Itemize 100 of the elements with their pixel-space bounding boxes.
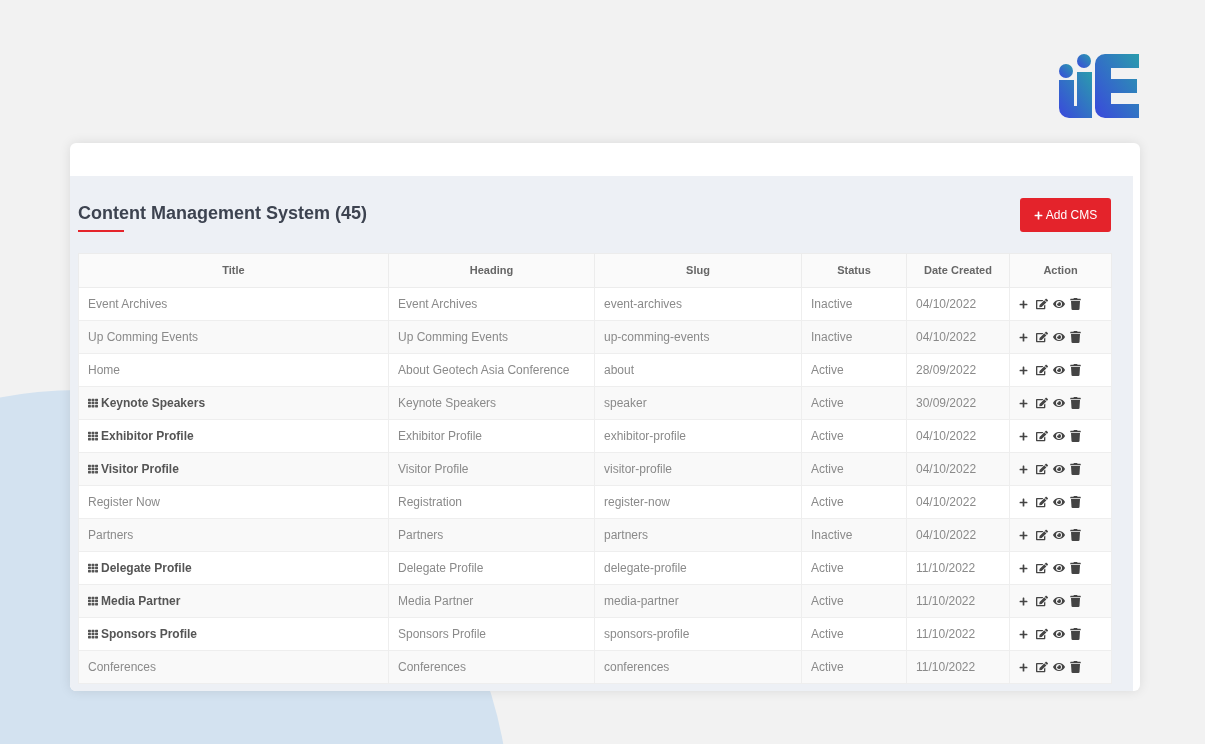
column-header: Date Created	[906, 253, 1010, 288]
page-title-text: Partners	[88, 528, 134, 542]
plus-icon[interactable]	[1019, 629, 1028, 639]
status-text: Active	[811, 462, 844, 476]
grid-icon	[88, 464, 98, 474]
trash-icon[interactable]	[1070, 562, 1081, 574]
heading-text: Partners	[398, 528, 444, 542]
plus-icon[interactable]	[1019, 497, 1028, 507]
trash-icon[interactable]	[1070, 628, 1081, 640]
edit-icon[interactable]	[1036, 562, 1048, 574]
trash-icon[interactable]	[1070, 298, 1081, 310]
date-text: 28/09/2022	[916, 363, 977, 377]
eye-icon[interactable]	[1053, 595, 1065, 607]
column-header: Status	[801, 253, 907, 288]
plus-icon[interactable]	[1019, 464, 1028, 474]
edit-icon[interactable]	[1036, 628, 1048, 640]
plus-icon[interactable]	[1019, 596, 1028, 606]
plus-icon[interactable]	[1019, 563, 1028, 573]
eye-icon[interactable]	[1053, 496, 1065, 508]
status-text: Active	[811, 627, 844, 641]
page-title-text: Sponsors Profile	[101, 626, 198, 643]
plus-icon[interactable]	[1019, 530, 1028, 540]
edit-icon[interactable]	[1036, 496, 1048, 508]
page-title-text: Event Archives	[88, 297, 168, 311]
page-title-text: Keynote Speakers	[101, 395, 206, 412]
eye-icon[interactable]	[1053, 463, 1065, 475]
trash-icon[interactable]	[1070, 397, 1081, 409]
eye-icon[interactable]	[1053, 298, 1065, 310]
heading-text: Registration	[398, 495, 463, 509]
page-title-text: Home	[88, 363, 120, 377]
status-text: Active	[811, 561, 844, 575]
column-header: Title	[78, 253, 389, 288]
page-heading: Content Management System (45)	[78, 202, 368, 224]
slug-text: conferences	[604, 660, 670, 674]
trash-icon[interactable]	[1070, 331, 1081, 343]
heading-text: Conferences	[398, 660, 467, 674]
page-title-text: Media Partner	[101, 593, 181, 610]
edit-icon[interactable]	[1036, 595, 1048, 607]
slug-text: delegate-profile	[604, 561, 687, 575]
edit-icon[interactable]	[1036, 364, 1048, 376]
grid-icon	[88, 629, 98, 639]
trash-icon[interactable]	[1070, 463, 1081, 475]
date-text: 11/10/2022	[916, 627, 976, 641]
trash-icon[interactable]	[1070, 661, 1081, 673]
plus-icon[interactable]	[1019, 299, 1028, 309]
trash-icon[interactable]	[1070, 496, 1081, 508]
trash-icon[interactable]	[1070, 529, 1081, 541]
eye-icon[interactable]	[1053, 529, 1065, 541]
grid-icon	[88, 431, 98, 441]
eye-icon[interactable]	[1053, 562, 1065, 574]
plus-icon	[1033, 210, 1043, 220]
slug-text: partners	[604, 528, 649, 542]
eye-icon[interactable]	[1053, 364, 1065, 376]
heading-text: Sponsors Profile	[398, 627, 487, 641]
heading-text: Media Partner	[398, 594, 474, 608]
plus-icon[interactable]	[1019, 332, 1028, 342]
slug-text: media-partner	[604, 594, 679, 608]
date-text: 04/10/2022	[916, 462, 977, 476]
slug-text: register-now	[604, 495, 671, 509]
heading-text: Delegate Profile	[398, 561, 484, 575]
heading-text: Exhibitor Profile	[398, 429, 483, 443]
edit-icon[interactable]	[1036, 661, 1048, 673]
heading-text: Event Archives	[398, 297, 478, 311]
edit-icon[interactable]	[1036, 298, 1048, 310]
page-title-text: Visitor Profile	[101, 461, 179, 478]
edit-icon[interactable]	[1036, 331, 1048, 343]
slug-text: speaker	[604, 396, 647, 410]
edit-icon[interactable]	[1036, 529, 1048, 541]
date-text: 30/09/2022	[916, 396, 977, 410]
eye-icon[interactable]	[1053, 430, 1065, 442]
date-text: 11/10/2022	[916, 660, 976, 674]
eye-icon[interactable]	[1053, 397, 1065, 409]
title-underline	[78, 230, 124, 232]
add-cms-button[interactable]: Add CMS	[1020, 198, 1111, 232]
edit-icon[interactable]	[1036, 463, 1048, 475]
column-header: Heading	[388, 253, 595, 288]
slug-text: up-comming-events	[604, 330, 710, 344]
page-title-text: Conferences	[88, 660, 157, 674]
date-text: 04/10/2022	[916, 297, 977, 311]
eye-icon[interactable]	[1053, 628, 1065, 640]
trash-icon[interactable]	[1070, 364, 1081, 376]
plus-icon[interactable]	[1019, 431, 1028, 441]
plus-icon[interactable]	[1019, 662, 1028, 672]
grid-icon	[88, 596, 98, 606]
plus-icon[interactable]	[1019, 398, 1028, 408]
date-text: 04/10/2022	[916, 330, 977, 344]
edit-icon[interactable]	[1036, 430, 1048, 442]
plus-icon[interactable]	[1019, 365, 1028, 375]
date-text: 11/10/2022	[916, 594, 976, 608]
status-text: Inactive	[811, 330, 853, 344]
eye-icon[interactable]	[1053, 661, 1065, 673]
page-title-text: Up Comming Events	[88, 330, 199, 344]
page-title-text: Exhibitor Profile	[101, 428, 194, 445]
trash-icon[interactable]	[1070, 595, 1081, 607]
status-text: Inactive	[811, 297, 853, 311]
eye-icon[interactable]	[1053, 331, 1065, 343]
trash-icon[interactable]	[1070, 430, 1081, 442]
date-text: 04/10/2022	[916, 429, 977, 443]
page-title-text: Delegate Profile	[101, 560, 192, 577]
edit-icon[interactable]	[1036, 397, 1048, 409]
